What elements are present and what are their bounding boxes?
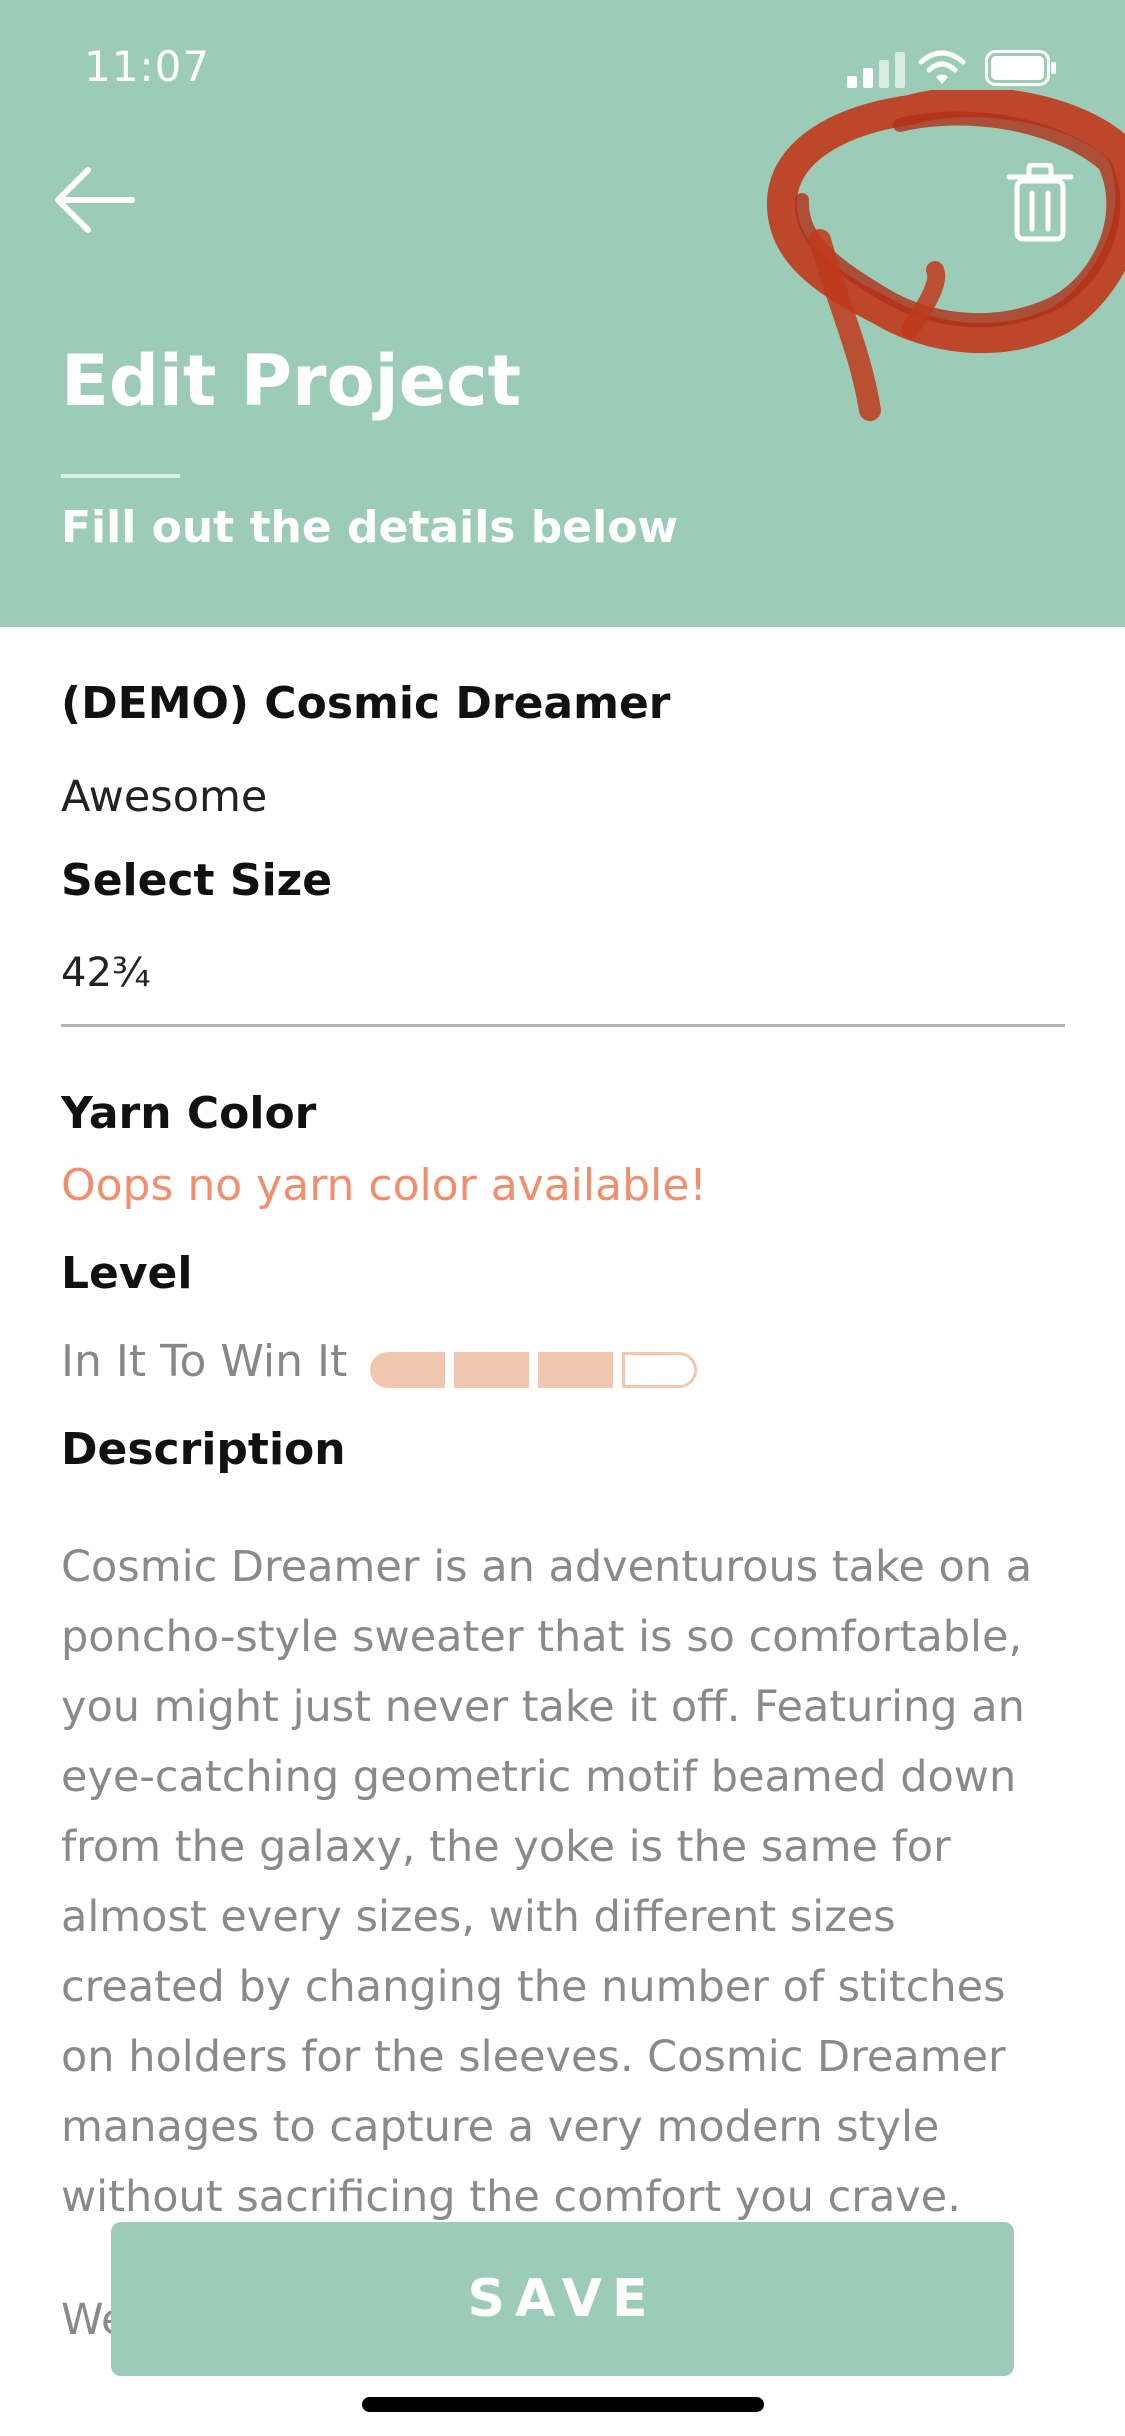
description-text: Cosmic Dreamer is an adventurous take on…	[61, 1542, 1033, 2222]
save-button[interactable]: SAVE	[111, 2222, 1014, 2376]
wifi-icon	[918, 50, 966, 84]
yarn-color-label: Yarn Color	[61, 1088, 317, 1139]
level-meter	[370, 1352, 700, 1388]
project-name: (DEMO) Cosmic Dreamer	[61, 678, 671, 729]
description-label: Description	[61, 1424, 346, 1475]
size-label: Select Size	[61, 855, 333, 906]
size-select[interactable]: 42¾	[61, 950, 151, 996]
home-indicator	[362, 2397, 764, 2412]
page-title: Edit Project	[61, 340, 522, 422]
signal-icon	[847, 52, 905, 88]
level-segment	[622, 1352, 697, 1388]
header: 11:07 Edit Project Fill out the details …	[0, 0, 1125, 627]
level-segment	[370, 1352, 445, 1388]
project-tagline: Awesome	[61, 772, 268, 822]
level-value: In It To Win It	[61, 1336, 348, 1387]
status-time: 11:07	[84, 42, 211, 91]
back-arrow-icon[interactable]	[50, 160, 140, 240]
status-icons	[845, 46, 1125, 92]
yarn-color-message: Oops no yarn color available!	[61, 1160, 707, 1211]
level-segment	[538, 1352, 613, 1388]
red-scribble-drawing	[766, 90, 1125, 421]
level-segment	[454, 1352, 529, 1388]
battery-icon	[985, 50, 1056, 86]
size-select-underline	[61, 1024, 1065, 1027]
trash-icon[interactable]	[1005, 163, 1075, 243]
level-label: Level	[61, 1248, 193, 1299]
page-subtitle: Fill out the details below	[61, 502, 679, 553]
header-divider	[61, 474, 180, 478]
